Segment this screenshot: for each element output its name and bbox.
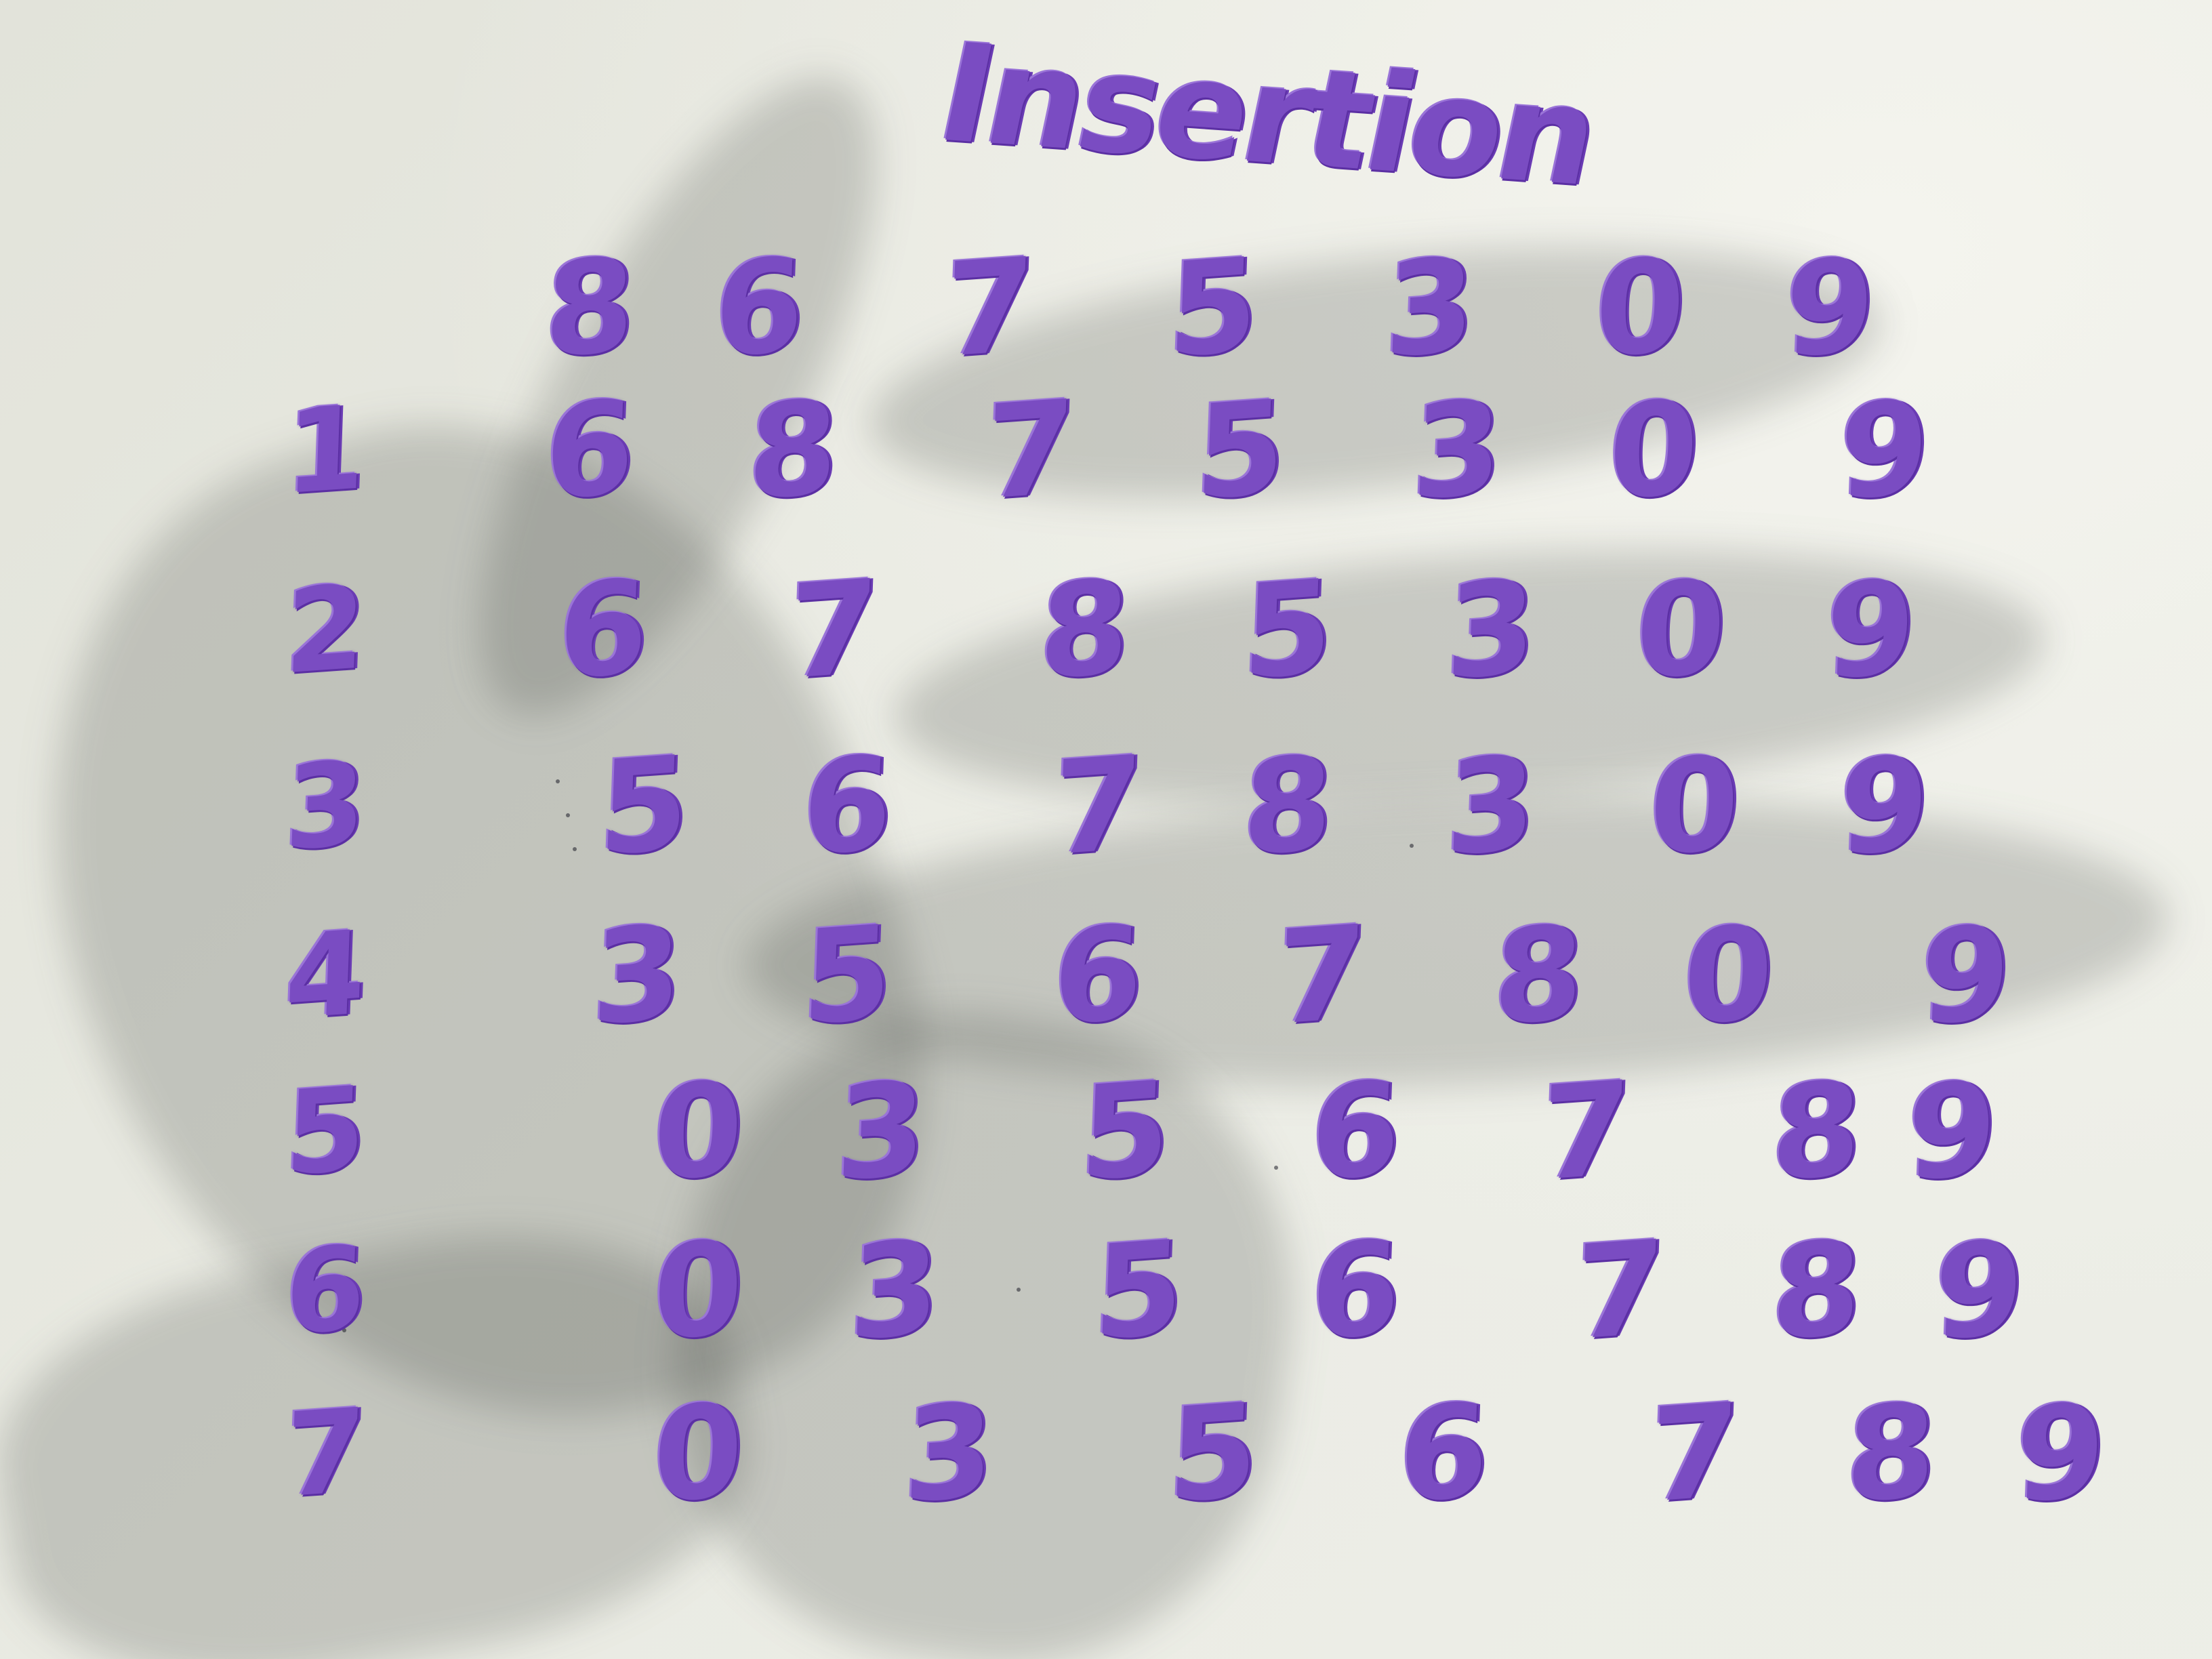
cell-digit: 6	[556, 551, 651, 709]
cell-digit: 9	[2013, 1374, 2108, 1532]
cell-digit: 6	[542, 371, 637, 529]
cell-digit: 8	[1843, 1374, 1938, 1532]
cell-digit: 3	[834, 1052, 928, 1210]
cell-digit: 5	[1091, 1212, 1186, 1370]
cell-digit: 7	[1538, 1052, 1633, 1210]
header-digit: 8	[542, 229, 637, 387]
header-digit: 7	[942, 229, 1037, 387]
cell-digit: 5	[1240, 551, 1335, 709]
board-title: Insertion	[926, 14, 1609, 216]
cell-digit: 9	[1918, 897, 2013, 1054]
cell-digit: 7	[786, 551, 881, 709]
grime-speck	[1410, 844, 1414, 848]
cell-digit: 3	[847, 1212, 942, 1370]
cell-digit: 0	[1647, 727, 1742, 885]
row-label: 1	[283, 380, 368, 521]
cell-digit: 5	[800, 897, 895, 1054]
whiteboard: Insertion 867530916875309267853093567830…	[0, 0, 2212, 1659]
header-digit: 3	[1382, 229, 1477, 387]
cell-digit: 0	[651, 1212, 745, 1370]
cell-digit: 8	[1491, 897, 1586, 1054]
cell-digit: 7	[1647, 1374, 1742, 1532]
cell-digit: 8	[1037, 551, 1132, 709]
cell-digit: 3	[1410, 371, 1504, 529]
cell-digit: 5	[1193, 371, 1288, 529]
cell-digit: 3	[901, 1374, 996, 1532]
cell-digit: 0	[651, 1052, 745, 1210]
cell-digit: 6	[800, 727, 895, 885]
cell-digit: 6	[1396, 1374, 1491, 1532]
row-label: 6	[283, 1221, 368, 1361]
cell-digit: 8	[1240, 727, 1335, 885]
cell-digit: 8	[1769, 1052, 1864, 1210]
cell-digit: 0	[651, 1374, 745, 1532]
cell-digit: 9	[1904, 1052, 1999, 1210]
cell-digit: 5	[1166, 1374, 1261, 1532]
header-digit: 0	[1593, 229, 1687, 387]
cell-digit: 0	[1606, 371, 1701, 529]
row-label: 7	[283, 1383, 368, 1524]
row-label: 4	[283, 905, 368, 1046]
cell-digit: 7	[983, 371, 1078, 529]
cell-digit: 3	[1443, 727, 1538, 885]
cell-digit: 6	[1308, 1212, 1403, 1370]
cell-digit: 5	[1078, 1052, 1172, 1210]
cell-digit: 6	[1308, 1052, 1403, 1210]
cell-digit: 9	[1931, 1212, 2026, 1370]
cell-digit: 0	[1681, 897, 1776, 1054]
header-digit: 6	[712, 229, 806, 387]
header-digit: 9	[1782, 229, 1877, 387]
cell-digit: 7	[1572, 1212, 1667, 1370]
header-digit: 5	[1166, 229, 1261, 387]
cell-digit: 3	[590, 897, 684, 1054]
grime-speck	[556, 779, 560, 783]
row-label: 2	[283, 560, 368, 701]
cell-digit: 5	[596, 727, 691, 885]
cell-digit: 3	[1443, 551, 1538, 709]
cell-digit: 8	[745, 371, 840, 529]
grime-speck	[1274, 1166, 1278, 1170]
cell-digit: 8	[1769, 1212, 1864, 1370]
cell-digit: 9	[1823, 551, 1918, 709]
cell-digit: 7	[1274, 897, 1369, 1054]
cell-digit: 0	[1633, 551, 1728, 709]
cell-digit: 6	[1050, 897, 1145, 1054]
row-label: 5	[283, 1061, 368, 1202]
cell-digit: 9	[1837, 371, 1931, 529]
row-label: 3	[283, 736, 368, 877]
cell-digit: 9	[1837, 727, 1931, 885]
grime-speck	[1017, 1288, 1021, 1292]
cell-digit: 7	[1050, 727, 1145, 885]
